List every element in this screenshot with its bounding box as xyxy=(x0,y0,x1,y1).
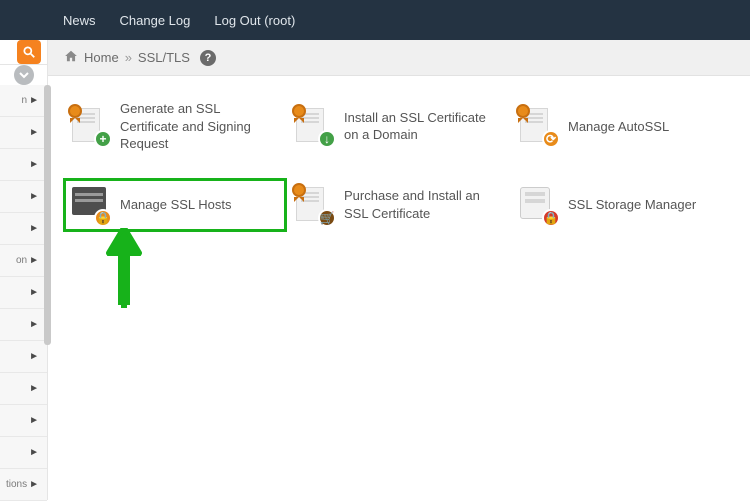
search-icon xyxy=(22,45,36,59)
storage-icon: 🔒 xyxy=(520,187,556,223)
tile-install-ssl-domain[interactable]: ↓ Install an SSL Certificate on a Domain xyxy=(292,96,506,157)
certificate-icon: ⟳ xyxy=(520,108,556,144)
plus-badge-icon: + xyxy=(94,130,112,148)
sidebar-item-list: n► ► ► ► ► on► ► ► ► ► ► ► tions► xyxy=(0,85,47,501)
sidebar-item[interactable]: ► xyxy=(0,117,47,149)
sidebar-item[interactable]: ► xyxy=(0,149,47,181)
breadcrumb-current: SSL/TLS xyxy=(138,50,190,65)
sidebar-item[interactable]: ► xyxy=(0,277,47,309)
nav-changelog-link[interactable]: Change Log xyxy=(120,13,191,28)
tile-label: Manage AutoSSL xyxy=(568,118,669,136)
tile-generate-csr[interactable]: + Generate an SSL Certificate and Signin… xyxy=(68,96,282,157)
chevron-right-icon: ► xyxy=(29,383,39,394)
chevron-right-icon: ► xyxy=(29,127,39,138)
top-navbar: News Change Log Log Out (root) xyxy=(0,0,750,40)
nav-news-link[interactable]: News xyxy=(63,13,96,28)
sidebar-item[interactable]: on► xyxy=(0,245,47,277)
chevron-right-icon: ► xyxy=(29,191,39,202)
certificate-icon: 🛒 xyxy=(296,187,332,223)
tile-manage-ssl-hosts[interactable]: 🔒 Manage SSL Hosts xyxy=(68,183,282,227)
server-icon: 🔒 xyxy=(72,187,108,223)
chevron-right-icon: ► xyxy=(29,223,39,234)
home-icon xyxy=(64,49,78,66)
sidebar-item[interactable]: ► xyxy=(0,437,47,469)
tile-label: Purchase and Install an SSL Certificate xyxy=(344,187,494,222)
chevron-right-icon: ► xyxy=(29,319,39,330)
breadcrumb-home-link[interactable]: Home xyxy=(84,50,119,65)
sidebar-item[interactable]: ► xyxy=(0,373,47,405)
lock-badge-icon: 🔒 xyxy=(542,209,560,227)
sidebar-item[interactable]: ► xyxy=(0,405,47,437)
tile-purchase-install-ssl[interactable]: 🛒 Purchase and Install an SSL Certificat… xyxy=(292,183,506,227)
nav-logout-link[interactable]: Log Out (root) xyxy=(214,13,295,28)
sidebar: n► ► ► ► ► on► ► ► ► ► ► ► tions► xyxy=(0,40,48,500)
sidebar-item[interactable]: ► xyxy=(0,341,47,373)
chevron-right-icon: ► xyxy=(29,447,39,458)
chevron-right-icon: ► xyxy=(29,415,39,426)
sidebar-item[interactable]: tions► xyxy=(0,469,47,501)
chevron-right-icon: ► xyxy=(29,95,39,106)
cart-badge-icon: 🛒 xyxy=(318,209,336,227)
chevron-down-icon xyxy=(19,70,29,80)
tile-label: Manage SSL Hosts xyxy=(120,196,232,214)
download-badge-icon: ↓ xyxy=(318,130,336,148)
sidebar-item[interactable]: ► xyxy=(0,181,47,213)
chevron-right-icon: ► xyxy=(29,351,39,362)
content-area: + Generate an SSL Certificate and Signin… xyxy=(48,76,750,500)
main-panel: Home » SSL/TLS ? + Generate an SSL Certi… xyxy=(48,40,750,500)
sidebar-collapse-button[interactable] xyxy=(14,65,34,85)
help-icon[interactable]: ? xyxy=(200,50,216,66)
sidebar-item[interactable]: n► xyxy=(0,85,47,117)
lock-badge-icon: 🔒 xyxy=(94,209,112,227)
chevron-right-icon: ► xyxy=(29,287,39,298)
tile-ssl-storage-manager[interactable]: 🔒 SSL Storage Manager xyxy=(516,183,730,227)
annotation-arrow-up xyxy=(104,228,144,308)
sidebar-item[interactable]: ► xyxy=(0,309,47,341)
breadcrumb-separator: » xyxy=(125,50,132,65)
search-bar xyxy=(0,40,47,65)
tile-label: SSL Storage Manager xyxy=(568,196,696,214)
chevron-right-icon: ► xyxy=(29,479,39,490)
search-button[interactable] xyxy=(17,40,41,64)
breadcrumb: Home » SSL/TLS ? xyxy=(48,40,750,76)
tile-manage-autossl[interactable]: ⟳ Manage AutoSSL xyxy=(516,96,730,157)
chevron-right-icon: ► xyxy=(29,255,39,266)
certificate-icon: ↓ xyxy=(296,108,332,144)
chevron-right-icon: ► xyxy=(29,159,39,170)
tile-label: Install an SSL Certificate on a Domain xyxy=(344,109,494,144)
certificate-icon: + xyxy=(72,108,108,144)
sidebar-item[interactable]: ► xyxy=(0,213,47,245)
tile-label: Generate an SSL Certificate and Signing … xyxy=(120,100,270,153)
auto-badge-icon: ⟳ xyxy=(542,130,560,148)
